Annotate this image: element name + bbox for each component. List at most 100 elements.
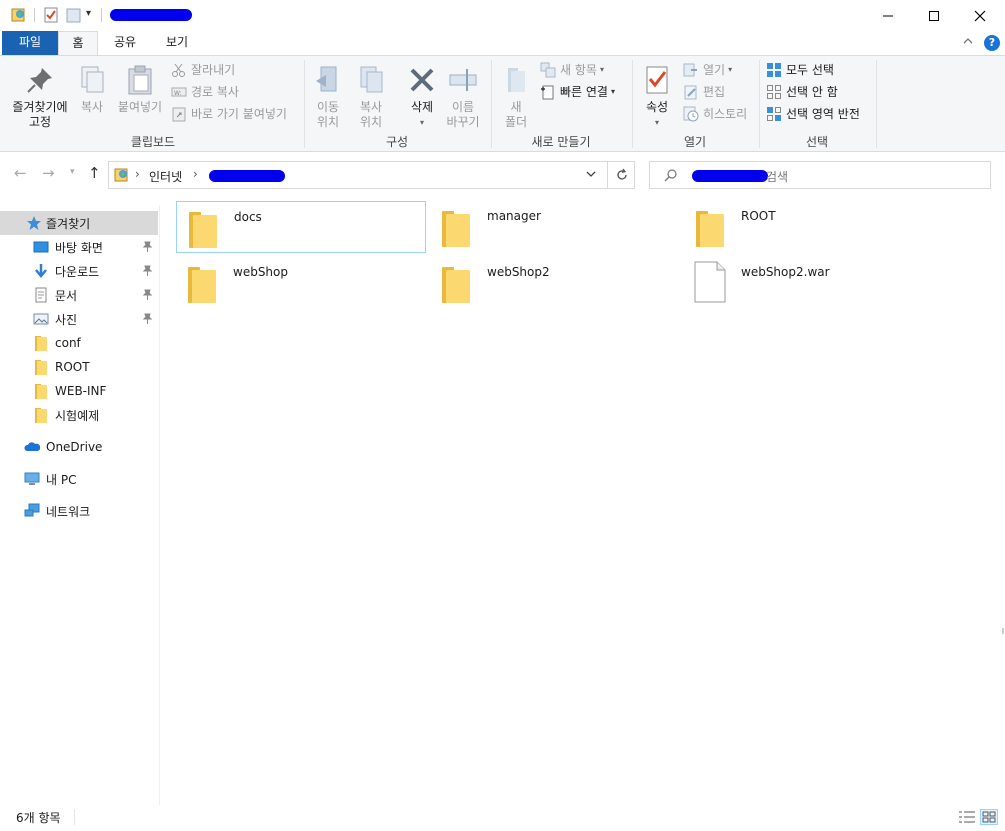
nav-item-onedrive[interactable]: OneDrive (0, 435, 158, 459)
delete-button[interactable]: 삭제 ▾ (402, 64, 442, 130)
select-all-icon (766, 62, 782, 78)
file-item-folder[interactable]: webShop (176, 257, 426, 309)
redacted-search-scope (692, 170, 768, 182)
tab-view[interactable]: 보기 (156, 31, 198, 55)
open-button[interactable]: 열기 ▾ (683, 62, 732, 78)
redacted-window-title (110, 9, 192, 21)
copy-to-button[interactable]: 복사 위치 (351, 64, 391, 130)
copy-button[interactable]: 복사 (74, 64, 110, 115)
nav-item-web-inf[interactable]: WEB-INF (0, 379, 158, 403)
select-none-button[interactable]: 선택 안 함 (766, 84, 838, 100)
redacted-path-segment (209, 170, 285, 182)
file-item-folder[interactable]: docs (176, 201, 426, 253)
recent-locations-chevron-icon[interactable]: ▾ (70, 167, 75, 177)
move-to-button[interactable]: 이동 위치 (309, 64, 347, 130)
edit-button[interactable]: 편집 (683, 84, 725, 100)
rename-button[interactable]: 이름 바꾸기 (442, 64, 484, 130)
nav-item-exam[interactable]: 시험예제 (0, 403, 158, 427)
file-name: manager (487, 209, 541, 223)
new-folder-icon (500, 64, 532, 96)
nav-item-conf[interactable]: conf (0, 331, 158, 355)
copy-icon (76, 64, 108, 96)
easy-access-dropdown-icon[interactable]: ▾ (611, 84, 615, 100)
history-button[interactable]: 히스토리 (683, 106, 747, 122)
collapse-ribbon-icon[interactable] (962, 35, 974, 50)
pin-icon[interactable] (142, 265, 153, 276)
invert-selection-button[interactable]: 선택 영역 반전 (766, 106, 860, 122)
refresh-button[interactable] (607, 161, 635, 189)
qa-customize-dropdown[interactable]: ▾ (86, 8, 91, 19)
nav-label: 다운로드 (55, 264, 100, 279)
forward-arrow-icon[interactable]: → (42, 164, 55, 182)
search-box[interactable]: 검색 (649, 161, 991, 189)
breadcrumb-separator[interactable]: › (135, 167, 140, 181)
address-history-chevron-icon[interactable] (585, 167, 597, 181)
paste-shortcut-button[interactable]: 바로 가기 붙여넣기 (171, 106, 287, 122)
new-folder-icon[interactable] (66, 7, 82, 23)
tab-home[interactable]: 홈 (58, 31, 98, 55)
tab-share[interactable]: 공유 (104, 31, 146, 55)
file-item-folder[interactable]: webShop2 (430, 257, 680, 309)
network-icon (24, 503, 40, 519)
pin-icon[interactable] (142, 289, 153, 300)
pin-to-quick-access-button[interactable]: 즐겨찾기에 고정 (6, 64, 74, 130)
open-icon (683, 62, 699, 78)
help-icon[interactable]: ? (984, 35, 1000, 51)
nav-item-root[interactable]: ROOT (0, 355, 158, 379)
pin-icon (24, 64, 56, 96)
nav-label: conf (55, 336, 81, 350)
scrollbar-remnant (1002, 628, 1004, 634)
nav-item-pictures[interactable]: 사진 (0, 307, 158, 331)
pin-icon[interactable] (142, 313, 153, 324)
nav-item-favorites[interactable]: 즐겨찾기 (0, 211, 158, 235)
file-item-folder[interactable]: manager (430, 201, 680, 253)
nav-item-downloads[interactable]: 다운로드 (0, 259, 158, 283)
nav-item-desktop[interactable]: 바탕 화면 (0, 235, 158, 259)
new-folder-button[interactable]: 새 폴더 (497, 64, 535, 130)
easy-access-label: 빠른 연결 (560, 85, 608, 99)
open-dropdown-icon[interactable]: ▾ (728, 62, 732, 78)
file-name: ROOT (741, 209, 776, 223)
file-item-folder[interactable]: ROOT (684, 201, 934, 253)
paste-shortcut-label: 바로 가기 붙여넣기 (191, 107, 287, 121)
maximize-button[interactable] (911, 0, 957, 31)
folder-icon (33, 359, 49, 375)
up-arrow-icon[interactable]: ↑ (88, 164, 101, 182)
tab-file[interactable]: 파일 (2, 31, 58, 55)
select-all-label: 모두 선택 (786, 63, 834, 77)
address-bar[interactable]: › 인터넷 › (108, 161, 635, 189)
pin-icon[interactable] (142, 241, 153, 252)
explorer-app-icon[interactable] (11, 7, 27, 23)
select-all-button[interactable]: 모두 선택 (766, 62, 834, 78)
copy-path-button[interactable]: W: 경로 복사 (171, 84, 239, 100)
scissors-icon (171, 62, 187, 78)
properties-dropdown-icon[interactable]: ▾ (638, 115, 676, 130)
cut-button[interactable]: 잘라내기 (171, 62, 235, 78)
paste-button[interactable]: 붙여넣기 (114, 64, 166, 115)
easy-access-button[interactable]: 빠른 연결 ▾ (540, 84, 615, 100)
file-icon (694, 261, 726, 303)
delete-dropdown-icon[interactable]: ▾ (402, 115, 442, 130)
nav-item-this-pc[interactable]: 내 PC (0, 467, 158, 491)
file-item-file[interactable]: webShop2.war (684, 257, 934, 309)
nav-item-documents[interactable]: 문서 (0, 283, 158, 307)
refresh-icon (616, 168, 627, 180)
new-item-button[interactable]: 새 항목 ▾ (540, 62, 604, 78)
new-item-dropdown-icon[interactable]: ▾ (600, 62, 604, 78)
nav-label: ROOT (55, 360, 90, 374)
minimize-button[interactable] (865, 0, 911, 31)
nav-item-network[interactable]: 네트워크 (0, 499, 158, 523)
nav-label: 문서 (55, 288, 78, 303)
file-list: docs manager ROOT webShop webShop2 webSh… (161, 195, 1005, 805)
details-view-icon[interactable] (958, 809, 976, 825)
computer-icon (24, 471, 40, 487)
paste-icon (124, 64, 156, 96)
close-button[interactable] (957, 0, 1003, 31)
back-arrow-icon[interactable]: ← (14, 164, 27, 182)
properties-button[interactable]: 속성 ▾ (638, 64, 676, 130)
properties-icon[interactable] (43, 7, 59, 23)
breadcrumb-separator[interactable]: › (193, 167, 198, 181)
delete-label: 삭제 (410, 100, 434, 114)
large-icons-view-icon[interactable] (980, 809, 998, 825)
breadcrumb-internet[interactable]: 인터넷 (149, 168, 182, 185)
